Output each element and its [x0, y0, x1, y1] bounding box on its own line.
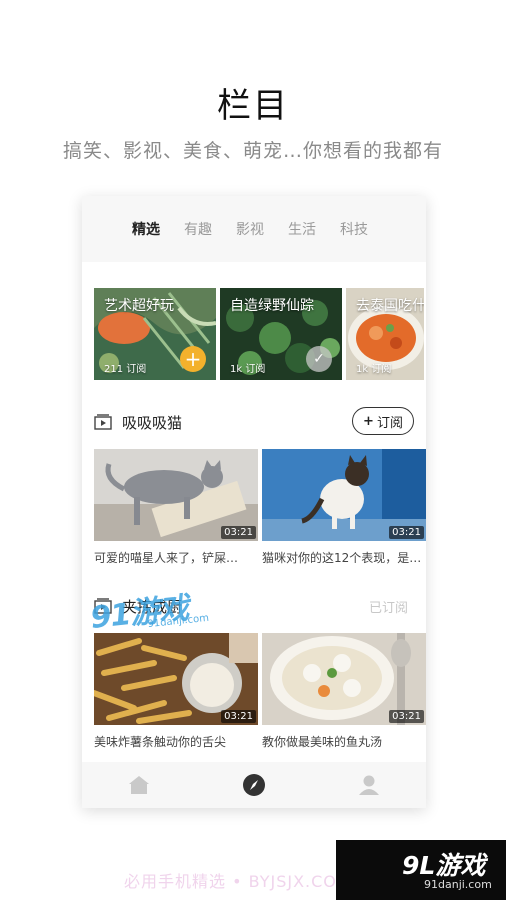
video-duration: 03:21 — [389, 710, 424, 723]
video-duration: 03:21 — [221, 710, 256, 723]
plus-icon: + — [363, 413, 374, 429]
phone-screen: 精选 有趣 影视 生活 科技 艺术超好玩 211 订阅 + 自造绿野仙踪 1k … — [82, 196, 426, 808]
channel-card-art[interactable]: 艺术超好玩 211 订阅 + — [94, 288, 216, 380]
subscribe-button[interactable]: + 订阅 — [352, 407, 414, 435]
video-caption: 可爱的喵星人来了，铲屎… — [94, 551, 239, 565]
nav-discover[interactable] — [239, 770, 269, 800]
nav-home[interactable] — [124, 770, 154, 800]
channel-card-thai[interactable]: 去泰国吃什 1k 订阅 — [346, 288, 424, 380]
video-caption: 猫咪对你的这12个表现，是… — [262, 551, 422, 565]
video-card[interactable]: 03:21 猫咪对你的这12个表现，是… — [262, 449, 426, 566]
check-icon[interactable]: ✓ — [306, 346, 332, 372]
nav-profile[interactable] — [354, 770, 384, 800]
video-card[interactable]: 03:21 教你做最美味的鱼丸汤 — [262, 633, 426, 750]
section-title: 吸吸吸猫 — [122, 413, 183, 432]
tab-fun[interactable]: 有趣 — [184, 219, 212, 239]
video-section-icon — [94, 414, 112, 430]
tab-film[interactable]: 影视 — [236, 219, 264, 239]
hero-subtitle: 搞笑、影视、美食、萌宠…你想看的我都有 — [62, 140, 443, 162]
channel-card-count: 211 订阅 — [104, 364, 147, 375]
channel-card-count: 1k 订阅 — [356, 364, 392, 375]
channel-card-count: 1k 订阅 — [230, 364, 266, 375]
bottom-navigation — [82, 762, 426, 808]
video-duration: 03:21 — [221, 526, 256, 539]
video-caption: 美味炸薯条触动你的舌尖 — [94, 735, 227, 749]
footer-watermark-text: 必用手机精选 • BYJSJX.COM — [124, 872, 352, 891]
plus-icon[interactable]: + — [180, 346, 206, 372]
video-card[interactable]: 03:21 可爱的喵星人来了，铲屎… — [94, 449, 258, 566]
profile-icon — [358, 775, 379, 795]
channel-card-title: 自造绿野仙踪 — [230, 298, 314, 314]
channel-card-title: 艺术超好玩 — [104, 298, 174, 314]
subscribed-label[interactable]: 已订阅 — [369, 597, 408, 616]
home-icon — [129, 776, 150, 794]
video-thumbnail: 03:21 — [262, 633, 426, 725]
tab-featured[interactable]: 精选 — [132, 219, 160, 239]
tab-tech[interactable]: 科技 — [340, 219, 368, 239]
video-card[interactable]: 03:21 美味炸薯条触动你的舌尖 — [94, 633, 258, 750]
video-duration: 03:21 — [389, 526, 424, 539]
video-thumbnail: 03:21 — [94, 449, 258, 541]
corner-badge: 9L游戏 91danji.com — [336, 840, 506, 900]
tab-life[interactable]: 生活 — [288, 219, 316, 239]
video-thumbnail: 03:21 — [94, 633, 258, 725]
subscribe-button-label: 订阅 — [376, 415, 403, 431]
video-thumbnail: 03:21 — [262, 449, 426, 541]
channel-card-title: 去泰国吃什 — [356, 298, 424, 314]
hero-title: 栏目 — [217, 86, 289, 126]
video-caption: 教你做最美味的鱼丸汤 — [262, 735, 383, 749]
compass-icon — [242, 774, 265, 796]
badge-url: 91danji.com — [424, 878, 492, 891]
section-header-cats: 吸吸吸猫 + 订阅 — [94, 407, 414, 437]
channel-card-garden[interactable]: 自造绿野仙踪 1k 订阅 ✓ — [220, 288, 342, 380]
badge-logo: 9L游戏 — [402, 851, 486, 880]
channel-tabs: 精选 有趣 影视 生活 科技 — [82, 196, 426, 262]
channel-cards: 艺术超好玩 211 订阅 + 自造绿野仙踪 1k 订阅 ✓ 去泰国吃什 1k 订… — [94, 288, 426, 380]
